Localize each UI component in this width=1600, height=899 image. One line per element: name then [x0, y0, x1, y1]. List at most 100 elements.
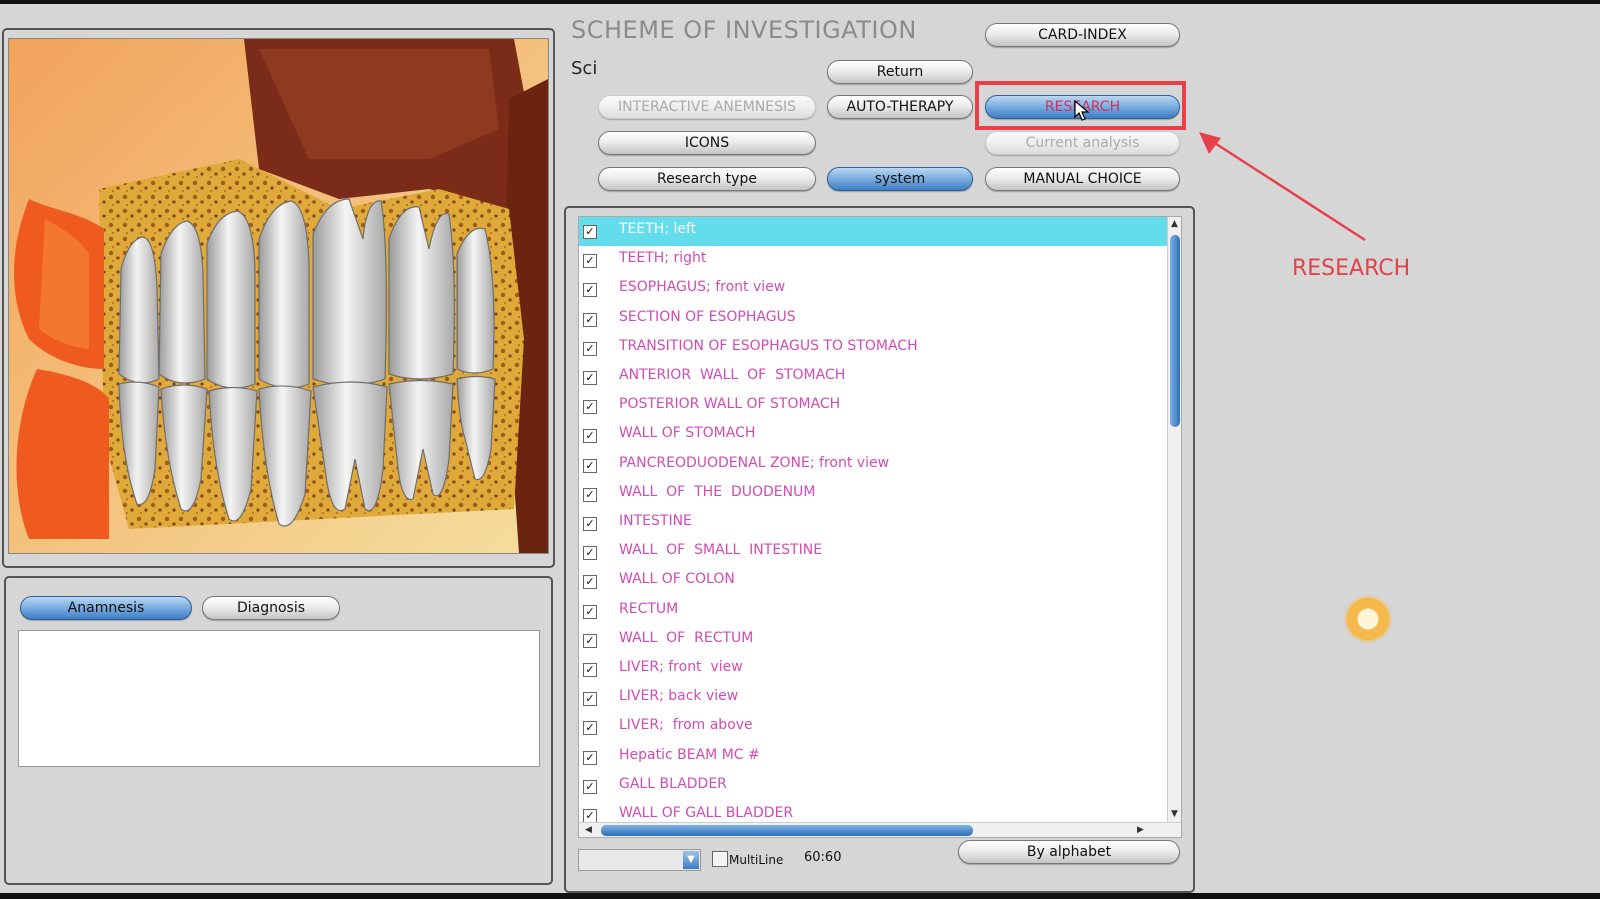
icons-button[interactable]: ICONS: [598, 131, 816, 155]
scroll-up-icon[interactable]: ▲: [1171, 219, 1178, 229]
list-item-checkbox[interactable]: ✓: [583, 575, 597, 590]
list-item-checkbox[interactable]: ✓: [583, 400, 597, 415]
mouse-cursor-icon: [1074, 100, 1090, 121]
list-item[interactable]: ✓ WALL OF COLON: [579, 567, 1167, 596]
list-item[interactable]: ✓ PANCREODUODENAL ZONE; front view: [579, 451, 1167, 480]
by-alphabet-button[interactable]: By alphabet: [958, 840, 1180, 864]
list-item-label: WALL OF GALL BLADDER: [619, 805, 794, 821]
tab-anamnesis[interactable]: Anamnesis: [20, 596, 192, 620]
list-item-label: SECTION OF ESOPHAGUS: [619, 308, 796, 325]
scroll-left-icon[interactable]: ◀: [585, 825, 592, 835]
tab-diagnosis[interactable]: Diagnosis: [202, 596, 340, 620]
list-item-label: PANCREODUODENAL ZONE; front view: [619, 454, 890, 471]
list-item-label: WALL OF SMALL INTESTINE: [619, 542, 823, 559]
list-item-checkbox[interactable]: ✓: [583, 633, 597, 648]
list-item[interactable]: ✓ Hepatic BEAM MC #: [579, 743, 1167, 772]
list-item-checkbox[interactable]: ✓: [583, 341, 597, 356]
organ-image-panel: [2, 28, 555, 568]
list-item-checkbox[interactable]: ✓: [583, 225, 597, 239]
list-item[interactable]: ✓ WALL OF STOMACH: [579, 421, 1167, 450]
system-button[interactable]: system: [827, 167, 973, 191]
list-item-label: WALL OF RECTUM: [619, 629, 754, 646]
list-item-checkbox[interactable]: ✓: [583, 283, 597, 298]
list-item-label: POSTERIOR WALL OF STOMACH: [619, 396, 841, 413]
list-item[interactable]: ✓ ANTERIOR WALL OF STOMACH: [579, 363, 1167, 392]
list-item[interactable]: ✓ GALL BLADDER: [579, 772, 1167, 801]
list-item-checkbox[interactable]: ✓: [583, 546, 597, 561]
list-filter-dropdown[interactable]: ▼: [578, 849, 701, 871]
annotation-arrow-icon: [1199, 132, 1366, 242]
list-item-label: INTESTINE: [619, 513, 692, 529]
vertical-scroll-thumb[interactable]: [1170, 235, 1180, 427]
list-item-label: TRANSITION OF ESOPHAGUS TO STOMACH: [619, 337, 918, 354]
list-item-label: TEETH; left: [619, 221, 697, 237]
top-frame-bar: [0, 0, 1600, 4]
list-item[interactable]: ✓ TRANSITION OF ESOPHAGUS TO STOMACH: [579, 334, 1167, 363]
list-item-checkbox[interactable]: ✓: [583, 429, 597, 444]
scroll-down-icon[interactable]: ▼: [1171, 809, 1178, 819]
list-item-checkbox[interactable]: ✓: [583, 458, 597, 473]
page-subtitle: Sci: [571, 58, 598, 79]
list-item-checkbox[interactable]: ✓: [583, 371, 597, 385]
teeth-illustration[interactable]: [8, 38, 549, 554]
list-item[interactable]: ✓ INTESTINE: [579, 509, 1167, 538]
list-item-checkbox[interactable]: ✓: [583, 809, 597, 823]
vertical-scrollbar[interactable]: ▲ ▼: [1167, 217, 1181, 822]
list-item-label: RECTUM: [619, 600, 679, 617]
list-item[interactable]: ✓ TEETH; left: [579, 217, 1167, 246]
list-item-label: LIVER; from above: [619, 717, 753, 734]
horizontal-scroll-thumb[interactable]: [601, 825, 973, 836]
list-item-checkbox[interactable]: ✓: [583, 750, 597, 765]
list-item[interactable]: ✓ LIVER; back view: [579, 684, 1167, 713]
list-item-label: GALL BLADDER: [619, 775, 727, 792]
list-item-checkbox[interactable]: ✓: [583, 487, 597, 502]
anamnesis-text-area[interactable]: [18, 630, 540, 767]
list-item-checkbox[interactable]: ✓: [583, 692, 597, 707]
list-item-label: Hepatic BEAM MC #: [619, 746, 760, 763]
list-item[interactable]: ✓ LIVER; front view: [579, 655, 1167, 684]
list-item-label: LIVER; front view: [619, 659, 743, 675]
time-readout: 60:60: [804, 850, 842, 865]
list-item[interactable]: ✓ LIVER; from above: [579, 713, 1167, 742]
return-button[interactable]: Return: [827, 60, 973, 84]
horizontal-scrollbar[interactable]: ◀ ▶: [579, 822, 1181, 837]
list-item[interactable]: ✓ WALL OF THE DUODENUM: [579, 480, 1167, 509]
list-item[interactable]: ✓ TEETH; right: [579, 246, 1167, 275]
list-item[interactable]: ✓ POSTERIOR WALL OF STOMACH: [579, 392, 1167, 421]
list-item-label: ANTERIOR WALL OF STOMACH: [619, 367, 846, 383]
multiline-label: MultiLine: [729, 853, 784, 867]
research-type-button[interactable]: Research type: [598, 167, 816, 191]
bottom-frame-bar: [0, 893, 1600, 899]
card-index-button[interactable]: CARD-INDEX: [985, 23, 1180, 47]
multiline-checkbox[interactable]: [712, 851, 728, 867]
annotation-label: RESEARCH: [1292, 256, 1411, 281]
list-item-label: ESOPHAGUS; front view: [619, 279, 786, 296]
list-item-label: LIVER; back view: [619, 688, 739, 705]
interactive-anamnesis-button[interactable]: INTERACTIVE ANEMNESIS: [598, 95, 816, 119]
auto-therapy-button[interactable]: AUTO-THERAPY: [827, 95, 973, 119]
manual-choice-button[interactable]: MANUAL CHOICE: [985, 167, 1180, 191]
list-item[interactable]: ✓ SECTION OF ESOPHAGUS: [579, 305, 1167, 334]
list-item-checkbox[interactable]: ✓: [583, 517, 597, 531]
page-title: SCHEME OF INVESTIGATION: [571, 16, 917, 44]
list-item-label: TEETH; right: [619, 250, 707, 267]
list-item[interactable]: ✓ WALL OF SMALL INTESTINE: [579, 538, 1167, 567]
scroll-right-icon[interactable]: ▶: [1137, 825, 1144, 835]
list-item-checkbox[interactable]: ✓: [583, 721, 597, 736]
list-item-label: WALL OF THE DUODENUM: [619, 483, 816, 500]
list-item[interactable]: ✓ ESOPHAGUS; front view: [579, 275, 1167, 304]
chevron-down-icon[interactable]: ▼: [683, 851, 699, 869]
list-item-label: WALL OF STOMACH: [619, 425, 756, 442]
list-item[interactable]: ✓ RECTUM: [579, 597, 1167, 626]
organ-list[interactable]: ✓ TEETH; left ✓ TEETH; right ✓ ESOPHAGUS; fro…: [578, 216, 1182, 838]
list-item[interactable]: ✓ WALL OF RECTUM: [579, 626, 1167, 655]
loading-spinner-icon: [1344, 595, 1392, 643]
list-item-checkbox[interactable]: ✓: [583, 663, 597, 677]
list-item-checkbox[interactable]: ✓: [583, 604, 597, 619]
list-item-checkbox[interactable]: ✓: [583, 254, 597, 269]
current-analysis-button[interactable]: Current analysis: [985, 131, 1180, 155]
organ-list-panel: ✓ TEETH; left ✓ TEETH; right ✓ ESOPHAGUS; fro…: [564, 206, 1195, 893]
list-item-checkbox[interactable]: ✓: [583, 312, 597, 327]
anamnesis-panel: Anamnesis Diagnosis: [4, 576, 553, 885]
list-item-checkbox[interactable]: ✓: [583, 779, 597, 794]
